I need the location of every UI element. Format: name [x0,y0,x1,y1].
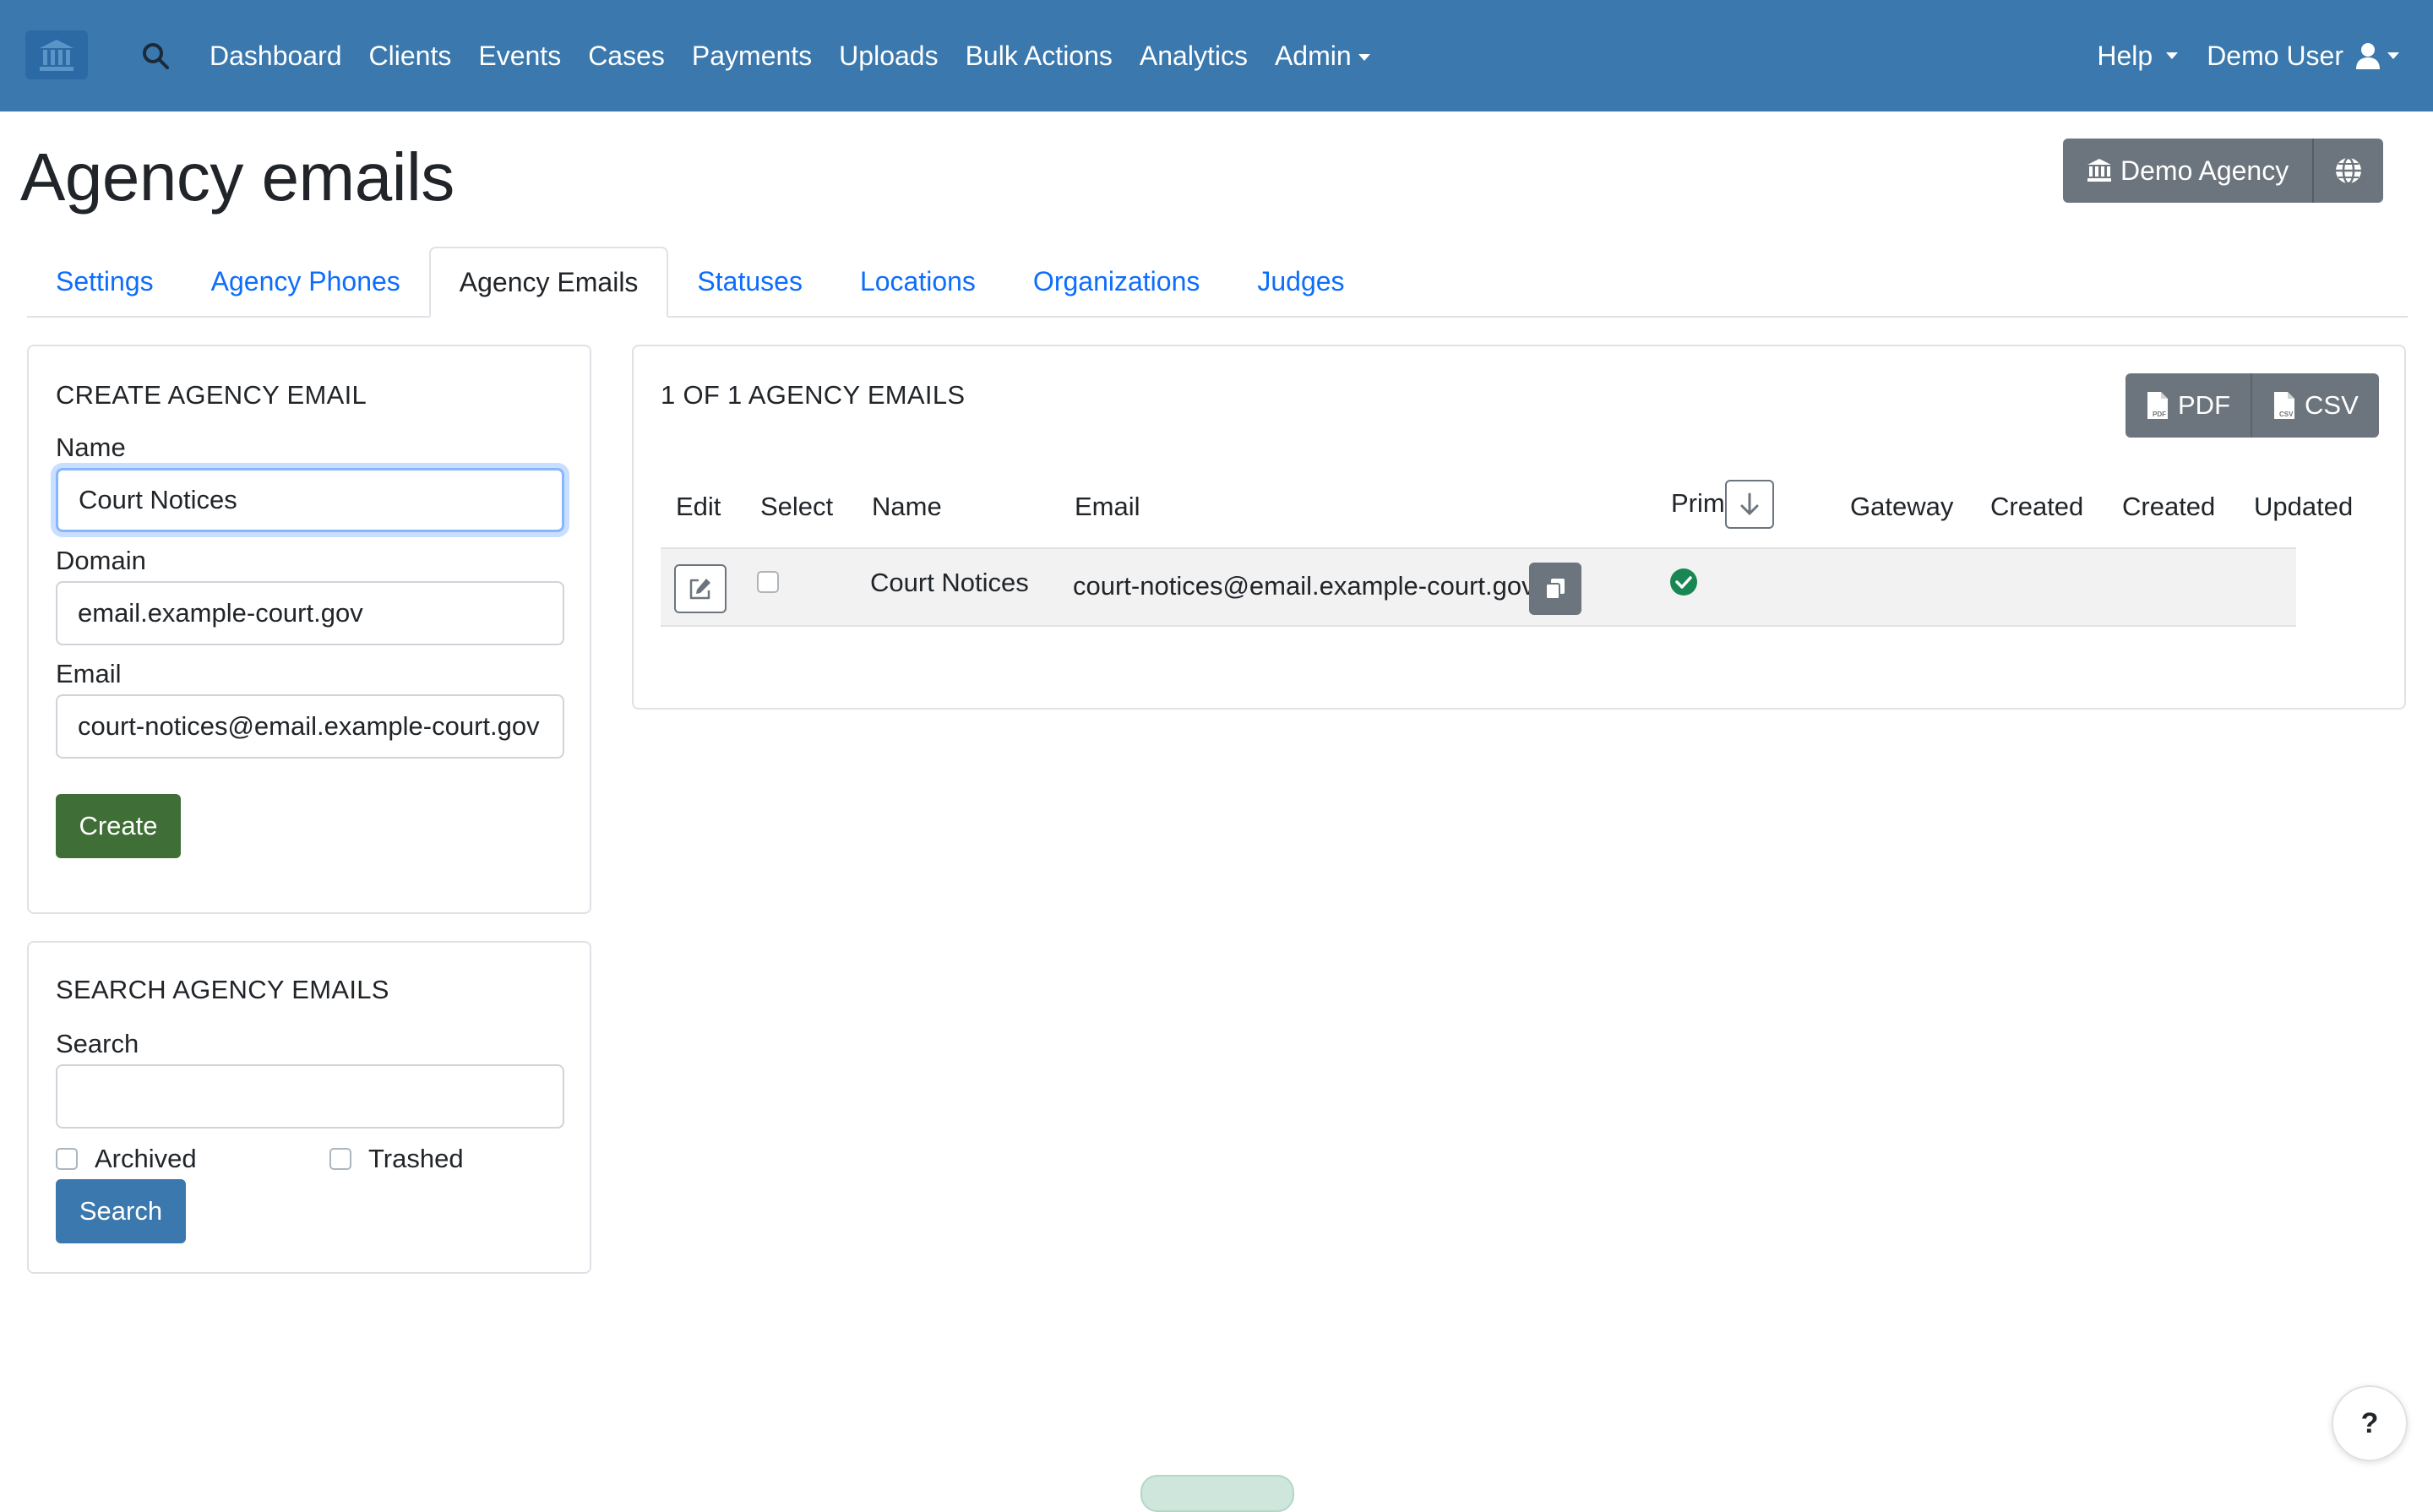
primary-check-icon [1670,568,1697,596]
tab-locations[interactable]: Locations [831,247,1004,316]
search-input[interactable] [56,1064,564,1129]
svg-text:CSV: CSV [2279,411,2294,418]
chevron-down-icon [2387,52,2399,59]
tab-organizations[interactable]: Organizations [1004,247,1228,316]
trashed-checkbox-row[interactable]: Trashed [329,1144,464,1174]
sort-button[interactable] [1725,480,1774,529]
create-button[interactable]: Create [56,794,181,858]
domain-input[interactable]: email.example-court.gov [56,581,564,645]
copy-icon [1545,579,1565,600]
col-header-edit: Edit [676,492,721,521]
copy-email-button[interactable] [1529,563,1581,615]
search-button[interactable]: Search [56,1179,186,1243]
globe-icon [2336,156,2362,185]
archived-label: Archived [95,1144,197,1173]
row-select-checkbox[interactable] [757,571,779,593]
nav-right: Help Demo User [2068,0,2399,111]
tab-statuses[interactable]: Statuses [668,247,831,316]
name-input[interactable]: Court Notices [56,468,564,532]
bottom-toast[interactable] [1140,1475,1294,1512]
export-csv-label: CSV [2305,390,2359,420]
email-label: Email [56,659,122,688]
create-agency-email-card: CREATE AGENCY EMAIL Name Court Notices D… [27,345,591,914]
search-form-title: SEARCH AGENCY EMAILS [56,975,389,1004]
pdf-file-icon: PDF [2147,392,2168,419]
edit-button[interactable] [674,564,727,613]
email-input-value: court-notices@email.example-court.gov [78,711,540,741]
nav-clients[interactable]: Clients [369,41,452,72]
svg-text:PDF: PDF [2153,411,2166,418]
tab-settings[interactable]: Settings [27,247,182,316]
user-icon [2356,43,2380,69]
name-label: Name [56,432,126,462]
results-title: 1 OF 1 AGENCY EMAILS [661,380,966,410]
csv-file-icon: CSV [2274,392,2294,419]
settings-tabs: Settings Agency Phones Agency Emails Sta… [27,247,2408,318]
col-header-updated[interactable]: Updated [2254,492,2353,522]
agency-switcher: Demo Agency [2063,139,2384,203]
nav-admin-dropdown[interactable]: Admin [1275,41,1370,72]
table-row: Court Notices court-notices@email.exampl… [661,547,2296,627]
export-pdf-label: PDF [2178,390,2230,420]
col-header-email[interactable]: Email [1075,492,1140,522]
col-header-created[interactable]: Created [1990,492,2083,522]
nav-events[interactable]: Events [478,41,561,72]
chevron-down-icon [2166,52,2179,59]
tab-agency-phones[interactable]: Agency Phones [182,247,429,316]
export-pdf-button[interactable]: PDF PDF [2125,373,2251,438]
search-icon[interactable] [140,41,171,71]
trashed-label: Trashed [368,1144,464,1173]
nav-admin-label: Admin [1274,40,1352,71]
col-header-created-2[interactable]: Created [2122,492,2215,522]
name-input-value: Court Notices [79,485,237,514]
help-label: Help [2097,40,2153,71]
agency-button-label: Demo Agency [2120,155,2289,186]
nav-analytics[interactable]: Analytics [1140,41,1248,72]
tab-judges[interactable]: Judges [1228,247,1373,316]
email-input[interactable]: court-notices@email.example-court.gov [56,694,564,759]
row-email: court-notices@email.example-court.gov [1073,571,1535,601]
domain-input-value: email.example-court.gov [78,598,363,628]
top-navbar: Dashboard Clients Events Cases Payments … [0,0,2433,111]
page-title: Agency emails [20,139,454,215]
col-header-gateway[interactable]: Gateway [1850,492,1953,522]
courthouse-icon[interactable] [25,30,88,79]
create-form-title: CREATE AGENCY EMAIL [56,380,367,410]
globe-button[interactable] [2312,139,2384,203]
col-header-name[interactable]: Name [872,492,942,522]
edit-icon [689,579,710,600]
bank-icon [2087,159,2111,182]
help-dropdown[interactable]: Help [2097,40,2179,72]
archived-checkbox[interactable] [56,1148,78,1170]
agency-button[interactable]: Demo Agency [2063,139,2313,203]
search-label: Search [56,1029,139,1058]
nav-cases[interactable]: Cases [588,41,665,72]
tab-agency-emails[interactable]: Agency Emails [428,247,669,318]
search-agency-emails-card: SEARCH AGENCY EMAILS Search Archived Tra… [27,941,591,1274]
arrow-down-icon [1740,492,1759,515]
export-csv-button[interactable]: CSV CSV [2251,373,2379,438]
agency-emails-results-card: 1 OF 1 AGENCY EMAILS PDF PDF CSV CSV Edi… [632,345,2406,710]
domain-label: Domain [56,546,146,575]
row-name: Court Notices [870,568,1029,597]
user-menu[interactable]: Demo User [2207,41,2399,72]
export-buttons: PDF PDF CSV CSV [2125,373,2379,438]
nav-dashboard[interactable]: Dashboard [210,41,342,72]
main-nav: Dashboard Clients Events Cases Payments … [210,0,1397,111]
user-label: Demo User [2207,40,2343,71]
nav-uploads[interactable]: Uploads [839,41,938,72]
chevron-down-icon [1358,54,1370,62]
archived-checkbox-row[interactable]: Archived [56,1144,197,1174]
help-button[interactable]: ? [2332,1385,2408,1461]
trashed-checkbox[interactable] [329,1148,351,1170]
nav-payments[interactable]: Payments [692,41,812,72]
col-header-select: Select [760,492,834,521]
nav-bulk-actions[interactable]: Bulk Actions [966,41,1113,72]
